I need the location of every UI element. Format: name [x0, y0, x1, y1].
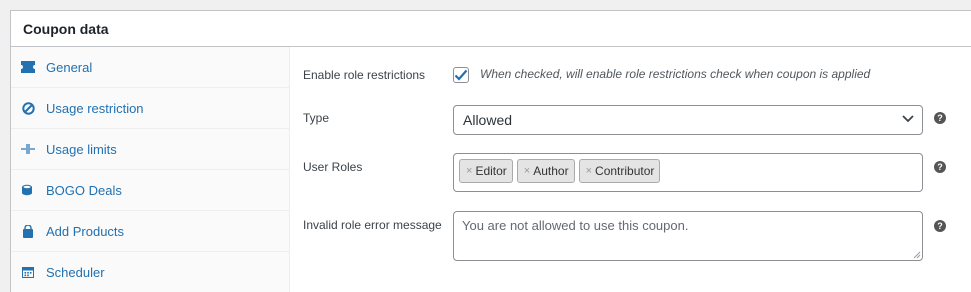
ban-icon — [21, 101, 35, 115]
coins-icon — [21, 183, 35, 197]
calendar-icon — [21, 265, 35, 279]
ticket-icon — [21, 60, 35, 74]
limits-icon — [21, 142, 35, 156]
tab-scheduler[interactable]: Scheduler — [11, 252, 289, 292]
type-label: Type — [303, 111, 330, 125]
user-roles-help-icon[interactable]: ? — [934, 161, 946, 173]
sidebar: General Usage restriction Usage limits B… — [11, 47, 290, 292]
role-tag-label: Editor — [475, 164, 507, 178]
tab-label: General — [46, 59, 93, 75]
tab-label: Usage restriction — [46, 100, 144, 116]
tab-add-products[interactable]: Add Products — [11, 211, 289, 252]
tab-label: Add Products — [46, 223, 125, 239]
error-message-help-icon[interactable]: ? — [934, 220, 946, 232]
error-message-placeholder: You are not allowed to use this coupon. — [462, 218, 689, 233]
type-help-icon[interactable]: ? — [934, 112, 946, 124]
tab-usage-limits[interactable]: Usage limits — [11, 129, 289, 170]
type-select[interactable]: Allowed — [453, 105, 923, 135]
error-message-label: Invalid role error message — [303, 218, 442, 232]
general-options: Enable role restrictions When checked, w… — [291, 47, 971, 292]
enable-roles-label: Enable role restrictions — [303, 68, 426, 82]
tab-general[interactable]: General — [11, 47, 289, 88]
role-tag-author: × Author — [516, 159, 575, 183]
user-roles-label: User Roles — [303, 160, 363, 174]
checkmark-icon — [454, 69, 468, 81]
panel-header: Coupon data — [11, 11, 971, 47]
resize-grip-icon[interactable] — [913, 251, 921, 259]
type-select-value: Allowed — [463, 112, 513, 128]
enable-roles-checkbox[interactable] — [453, 67, 469, 83]
bag-icon — [21, 224, 35, 238]
remove-tag-icon[interactable]: × — [524, 165, 530, 177]
panel-title: Coupon data — [23, 20, 109, 37]
tab-label: BOGO Deals — [46, 182, 122, 198]
remove-tag-icon[interactable]: × — [466, 165, 472, 177]
tab-usage-restriction[interactable]: Usage restriction — [11, 88, 289, 129]
tab-label: Scheduler — [46, 264, 105, 280]
role-tag-contributor: × Contributor — [578, 159, 661, 183]
remove-tag-icon[interactable]: × — [586, 165, 592, 177]
tab-label: Usage limits — [46, 141, 117, 157]
role-tag-label: Author — [533, 164, 569, 178]
error-message-textarea[interactable]: You are not allowed to use this coupon. — [453, 211, 923, 261]
user-roles-input[interactable]: × Editor × Author × Contributor — [453, 153, 923, 192]
role-tag-editor: × Editor — [459, 159, 513, 183]
coupon-data-panel: Coupon data General Usage restriction Us… — [10, 10, 971, 292]
enable-roles-description: When checked, will enable role restricti… — [480, 67, 871, 81]
chevron-down-icon — [902, 115, 914, 123]
tab-bogo-deals[interactable]: BOGO Deals — [11, 170, 289, 211]
role-tag-label: Contributor — [595, 164, 655, 178]
panel-body: General Usage restriction Usage limits B… — [11, 47, 971, 292]
